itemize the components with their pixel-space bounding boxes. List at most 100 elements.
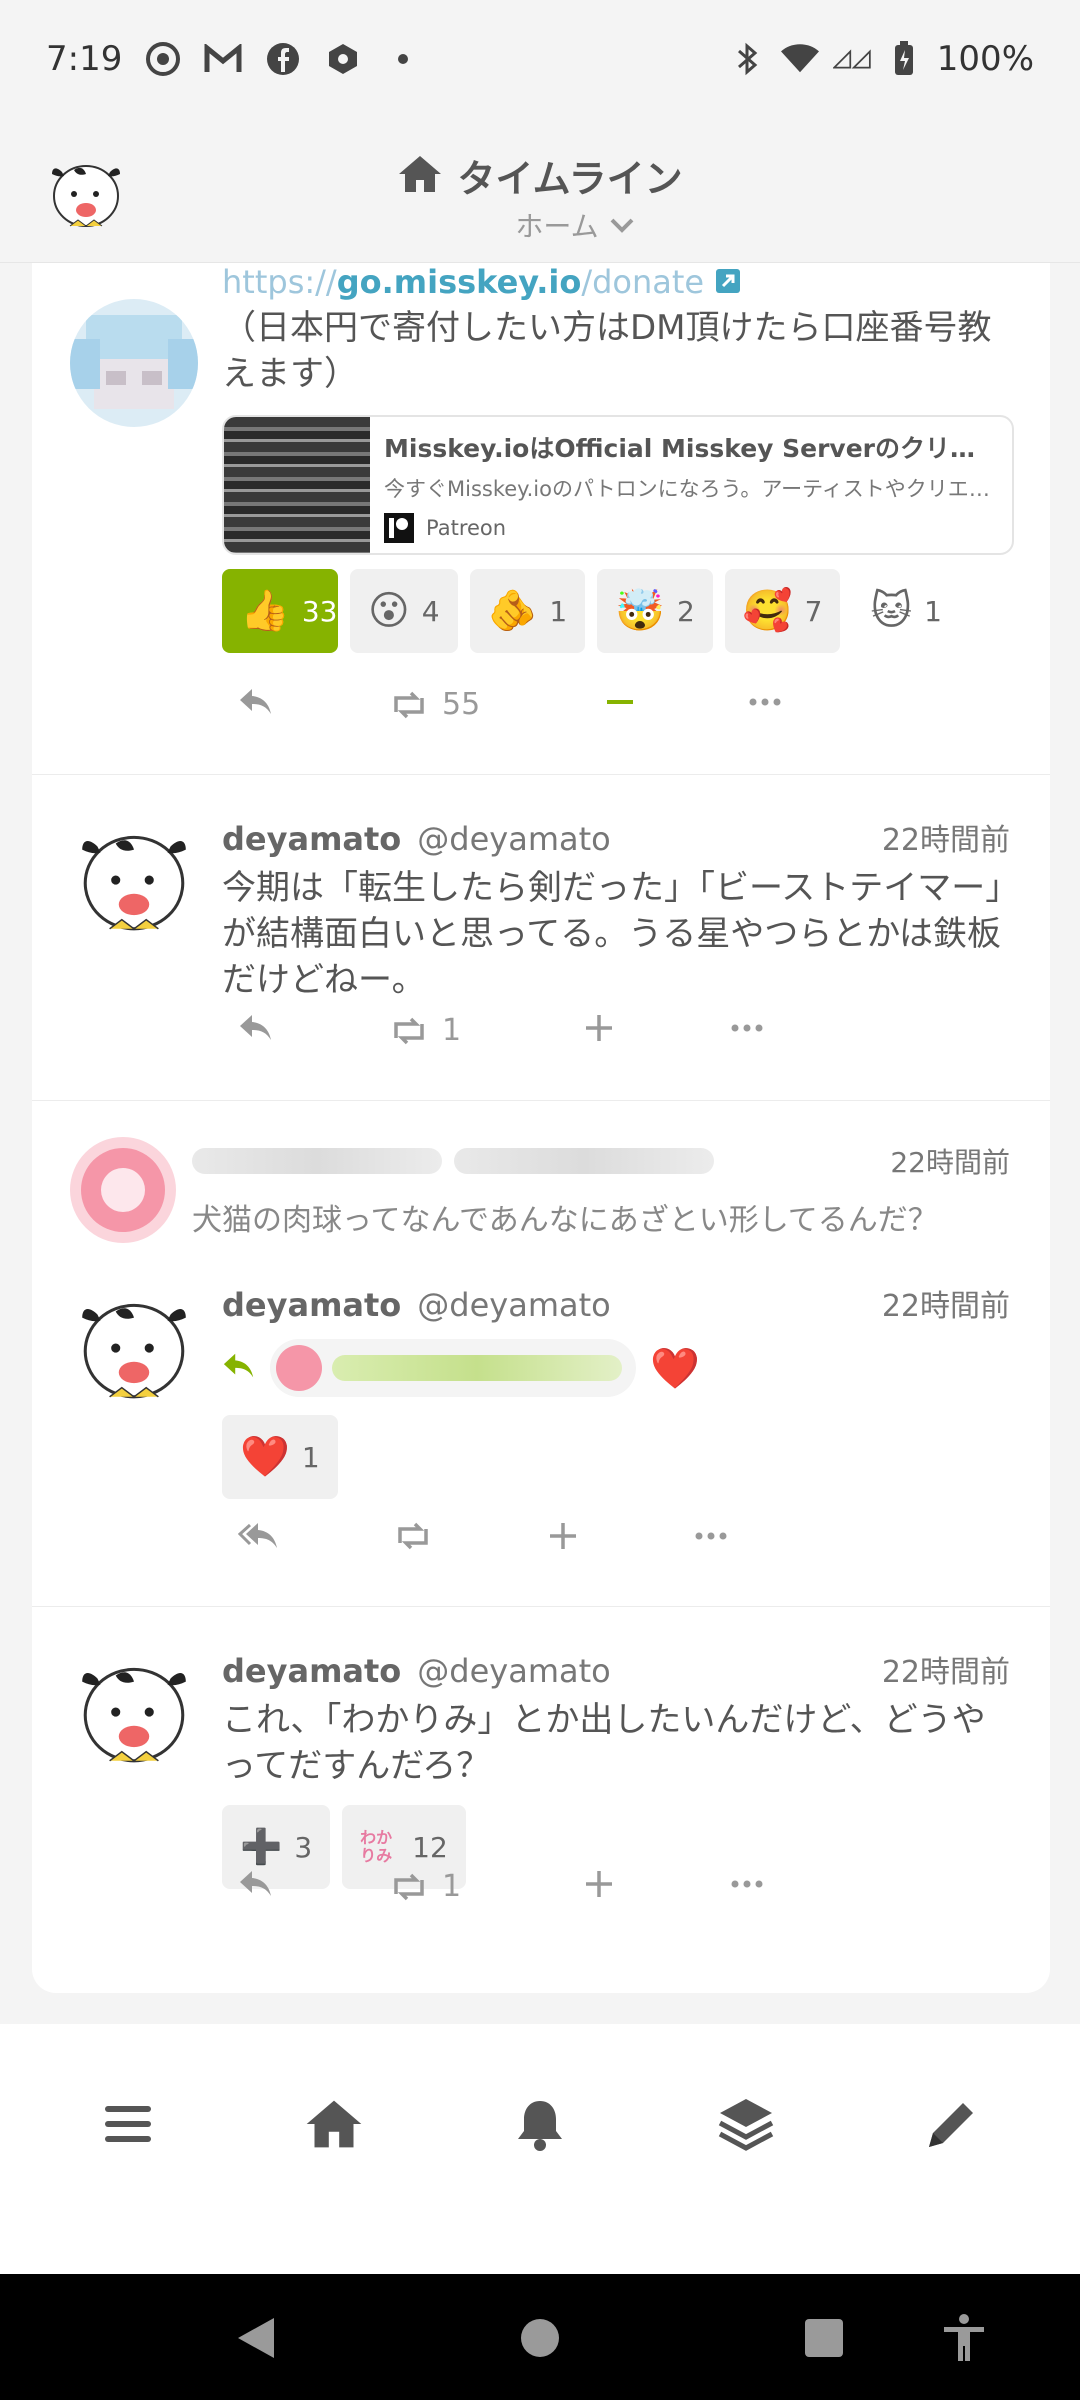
accessibility-icon[interactable]: [936, 2310, 992, 2366]
reply-all-button[interactable]: [238, 1521, 280, 1551]
battery-level: 100%: [936, 39, 1034, 79]
thumbs-up-icon: 👍: [240, 588, 290, 634]
home-icon: [397, 154, 443, 198]
user-handle[interactable]: @deyamato: [417, 820, 610, 858]
smiling-hearts-icon: 🥰: [742, 588, 793, 634]
chevron-down-icon: [609, 209, 635, 242]
wakarimi-custom-emoji: わかりみ: [360, 1828, 393, 1865]
note-text: （日本円で寄付したい方はDM頂けたら口座番号教えます）: [222, 308, 992, 394]
url-preview[interactable]: Misskey.ioはOfficial Misskey Serverのクリエイタ…: [222, 415, 1014, 555]
gmail-icon: [204, 40, 242, 78]
user-handle[interactable]: @deyamato: [417, 1652, 610, 1690]
user-name[interactable]: deyamato: [222, 1652, 401, 1690]
reaction-button[interactable]: 👍 33: [222, 569, 338, 653]
reaction-button[interactable]: 🐱 1: [852, 569, 960, 653]
user-name[interactable]: deyamato: [222, 820, 401, 858]
chrome-icon: [144, 40, 182, 78]
add-reaction-button[interactable]: [584, 1869, 614, 1899]
signal-icon: [832, 40, 871, 78]
back-icon[interactable]: [228, 2310, 284, 2366]
user-avatar[interactable]: [70, 1281, 198, 1409]
timeline-header: タイムライン ホーム: [0, 118, 1080, 263]
note-item: 22時間前 犬猫の肉球ってなんであんなにあざとい形してるんだ？ deyamato…: [32, 1101, 1050, 1607]
reply-button[interactable]: [238, 687, 274, 717]
reaction-button[interactable]: 🤯 2: [597, 569, 713, 653]
replied-note[interactable]: 22時間前 犬猫の肉球ってなんであんなにあざとい形してるんだ？: [192, 1141, 1010, 1239]
add-reaction-button[interactable]: [548, 1521, 578, 1551]
patreon-icon: [384, 513, 414, 543]
renote-count: 55: [442, 687, 481, 722]
battery-icon: [885, 40, 923, 78]
exploding-head-icon: 🤯: [615, 588, 665, 634]
note-time[interactable]: 22時間前: [882, 815, 1010, 859]
surprised-face-icon: 😮: [368, 588, 410, 634]
donate-link[interactable]: https://go.misskey.io/donate: [222, 263, 1010, 303]
clock: 7:19: [46, 39, 123, 79]
user-avatar[interactable]: [70, 299, 198, 427]
recents-icon[interactable]: [796, 2310, 852, 2366]
reaction-button[interactable]: ❤️ 1: [222, 1415, 338, 1499]
reply-button[interactable]: [238, 1013, 274, 1043]
status-bar: 7:19 100%: [0, 0, 1080, 118]
user-avatar[interactable]: [70, 813, 198, 941]
reactions: 👍 33 😮 4 🫵 1 🤯 2 🥰 7 🐱 1: [222, 569, 1010, 653]
note-item: deyamato @deyamato 22時間前 これ、「わかりみ」とか出したい…: [32, 1607, 1050, 1993]
facebook-icon: [264, 40, 302, 78]
timeline-label: ホーム: [515, 210, 599, 243]
app-icon: [324, 40, 362, 78]
renote-button[interactable]: 1: [390, 1013, 461, 1048]
reply-button[interactable]: [238, 1869, 274, 1899]
replied-user-avatar[interactable]: [70, 1137, 176, 1243]
renote-count: 1: [442, 1869, 462, 1904]
add-reaction-button[interactable]: [584, 1013, 614, 1043]
system-navigation-bar: [0, 2274, 1080, 2400]
renote-button[interactable]: [394, 1521, 432, 1551]
heart-icon: ❤️: [650, 1345, 700, 1392]
preview-thumbnail: [224, 417, 370, 553]
more-button[interactable]: [748, 687, 782, 717]
reactions: ❤️ 1: [222, 1415, 1010, 1499]
note-text: 今期は「転生したら剣だった」「ビーストテイマー」が結構面白いと思ってる。うる星や…: [222, 868, 1003, 1000]
mentioned-user-chip[interactable]: [270, 1339, 636, 1397]
notifications-button[interactable]: [510, 2094, 570, 2154]
note-time[interactable]: 22時間前: [882, 1647, 1010, 1691]
home-nav-button[interactable]: [304, 2094, 364, 2154]
home-circle-icon[interactable]: [512, 2310, 568, 2366]
reply-arrow-icon: [222, 1351, 256, 1385]
widgets-button[interactable]: [716, 2094, 776, 2154]
compose-button[interactable]: [922, 2094, 982, 2154]
preview-description: 今すぐMisskey.ioのパトロンになろう。アーティストやクリエイ...: [384, 477, 998, 501]
external-link-icon: [714, 265, 742, 303]
reaction-button[interactable]: 😮 4: [350, 569, 458, 653]
user-avatar[interactable]: [70, 1645, 198, 1773]
bluetooth-icon: [729, 40, 767, 78]
replied-note-time[interactable]: 22時間前: [890, 1141, 1010, 1181]
cat-face-icon: 🐱: [870, 588, 913, 634]
timeline-selector[interactable]: ホーム: [0, 205, 1080, 245]
more-button[interactable]: [730, 1869, 764, 1899]
more-button[interactable]: [730, 1013, 764, 1043]
mentioned-user-avatar: [276, 1345, 322, 1391]
note-item: https://go.misskey.io/donate （日本円で寄付したい方…: [32, 263, 1050, 775]
renote-button[interactable]: 55: [390, 687, 480, 722]
renote-button[interactable]: 1: [390, 1869, 461, 1904]
replied-note-text: 犬猫の肉球ってなんであんなにあざとい形してるんだ？: [192, 1203, 938, 1238]
mentioned-user-handle: [332, 1355, 622, 1381]
note-time[interactable]: 22時間前: [882, 1281, 1010, 1325]
remove-reaction-button[interactable]: [606, 687, 634, 717]
preview-title: Misskey.ioはOfficial Misskey Serverのクリエイタ…: [384, 434, 998, 463]
wifi-icon: [780, 40, 819, 78]
heart-icon: ❤️: [240, 1434, 290, 1480]
menu-button[interactable]: [98, 2094, 158, 2154]
bottom-navigation: [0, 2024, 1080, 2274]
user-handle[interactable]: @deyamato: [417, 1286, 610, 1324]
more-button[interactable]: [694, 1521, 728, 1551]
plus-icon: ➕: [240, 1827, 283, 1867]
reaction-button[interactable]: 🥰 7: [724, 569, 841, 653]
renote-count: 1: [442, 1013, 462, 1048]
user-name[interactable]: deyamato: [222, 1286, 401, 1324]
reaction-button[interactable]: 🫵 1: [469, 569, 586, 653]
note-text: これ、「わかりみ」とか出したいんだけど、どうやってだすんだろ？: [222, 1700, 986, 1786]
dot-icon: [384, 40, 422, 78]
timeline-list: https://go.misskey.io/donate （日本円で寄付したい方…: [32, 263, 1050, 1993]
